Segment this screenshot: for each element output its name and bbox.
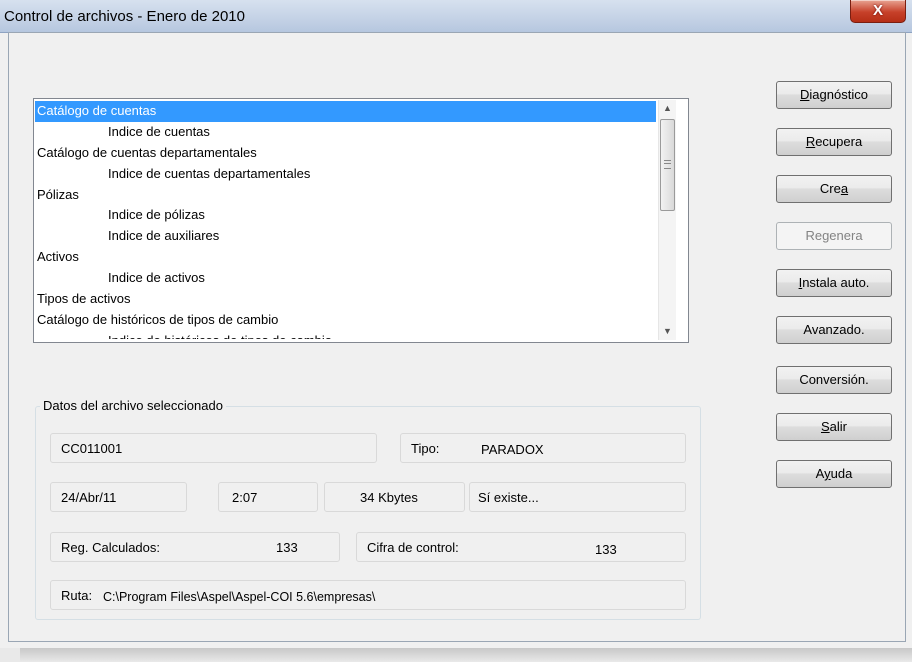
button-label: nstala auto. <box>802 275 870 290</box>
file-list-item[interactable]: Activos <box>35 247 656 268</box>
button-label: Re <box>805 228 823 243</box>
file-code-value: CC011001 <box>61 441 123 456</box>
path-value: C:\Program Files\Aspel\Aspel-COI 5.6\emp… <box>103 590 376 604</box>
file-list-item[interactable]: Indice de activos <box>35 268 656 289</box>
salir-button[interactable]: Salir <box>776 413 892 441</box>
button-label: uda <box>830 466 853 481</box>
button-label: A <box>815 466 825 481</box>
control-figure-value: 133 <box>595 542 617 557</box>
button-label: S <box>820 419 830 434</box>
file-list-items: Catálogo de cuentas Indice de cuentas Catá… <box>35 101 656 339</box>
file-type-value: PARADOX <box>481 442 544 457</box>
button-label: alir <box>829 419 847 434</box>
button-label: Cre <box>819 181 841 196</box>
dialog-window: Control de archivos - Enero de 2010 X Ca… <box>0 0 912 648</box>
vertical-scrollbar[interactable]: ▲ ▼ <box>658 100 676 340</box>
ayuda-button[interactable]: Ayuda <box>776 460 892 488</box>
file-list-item[interactable]: Indice de pólizas <box>35 205 656 226</box>
control-figure-label: Cifra de control: <box>367 540 459 555</box>
file-list-item[interactable]: Tipos de activos <box>35 289 656 310</box>
file-list-item[interactable]: Catálogo de cuentas departamentales <box>35 143 656 164</box>
file-time-value: 2:07 <box>232 490 258 505</box>
close-button[interactable]: X <box>850 0 906 23</box>
regenera-button[interactable]: Regenera <box>776 222 892 250</box>
grip-icon <box>664 160 671 169</box>
recupera-button[interactable]: Recupera <box>776 128 892 156</box>
reg-calculated-label: Reg. Calculados: <box>61 540 160 555</box>
file-list-item[interactable]: Indice de cuentas <box>35 122 656 143</box>
button-label: R <box>805 134 816 149</box>
groupbox-label: Datos del archivo seleccionado <box>40 398 226 413</box>
button-label: iagnóstico <box>809 87 868 102</box>
button-label: a <box>840 181 849 196</box>
file-exists-value: Sí existe... <box>478 490 539 505</box>
scroll-down-arrow-icon[interactable]: ▼ <box>659 323 676 340</box>
file-size-value: 34 Kbytes <box>360 490 418 505</box>
file-listbox[interactable]: Catálogo de cuentas Indice de cuentas Catá… <box>33 98 689 343</box>
path-label: Ruta: <box>61 588 93 603</box>
button-label: Conversión. <box>799 372 869 387</box>
file-list-item[interactable]: Pólizas <box>35 185 656 206</box>
file-list-item[interactable]: Indice de cuentas departamentales <box>35 164 656 185</box>
scroll-thumb[interactable] <box>660 119 675 211</box>
crea-button[interactable]: Crea <box>776 175 892 203</box>
close-icon: X <box>872 2 883 19</box>
file-type-label: Tipo: <box>411 441 440 456</box>
button-label: ecupera <box>815 134 863 149</box>
conversion-button[interactable]: Conversión. <box>776 366 892 394</box>
button-label: D <box>800 87 810 102</box>
window-shadow <box>20 648 912 662</box>
file-date-value: 24/Abr/11 <box>61 490 117 505</box>
file-list-item[interactable]: Indice de históricos de tipos de cambio <box>35 331 656 339</box>
button-label: Avanzado. <box>803 322 865 337</box>
reg-calculated-value: 133 <box>276 540 298 555</box>
button-label: enera <box>829 228 863 243</box>
file-list-item[interactable]: Catálogo de cuentas <box>35 101 656 122</box>
title-bar[interactable]: Control de archivos - Enero de 2010 X <box>0 0 912 33</box>
diagnostico-button[interactable]: Diagnóstico <box>776 81 892 109</box>
file-list-item[interactable]: Catálogo de históricos de tipos de cambi… <box>35 310 656 331</box>
window-title: Control de archivos - Enero de 2010 <box>4 8 245 25</box>
instala-auto-button[interactable]: Instala auto. <box>776 269 892 297</box>
scroll-up-arrow-icon[interactable]: ▲ <box>659 100 676 117</box>
file-list-item[interactable]: Indice de auxiliares <box>35 226 656 247</box>
avanzado-button[interactable]: Avanzado. <box>776 316 892 344</box>
